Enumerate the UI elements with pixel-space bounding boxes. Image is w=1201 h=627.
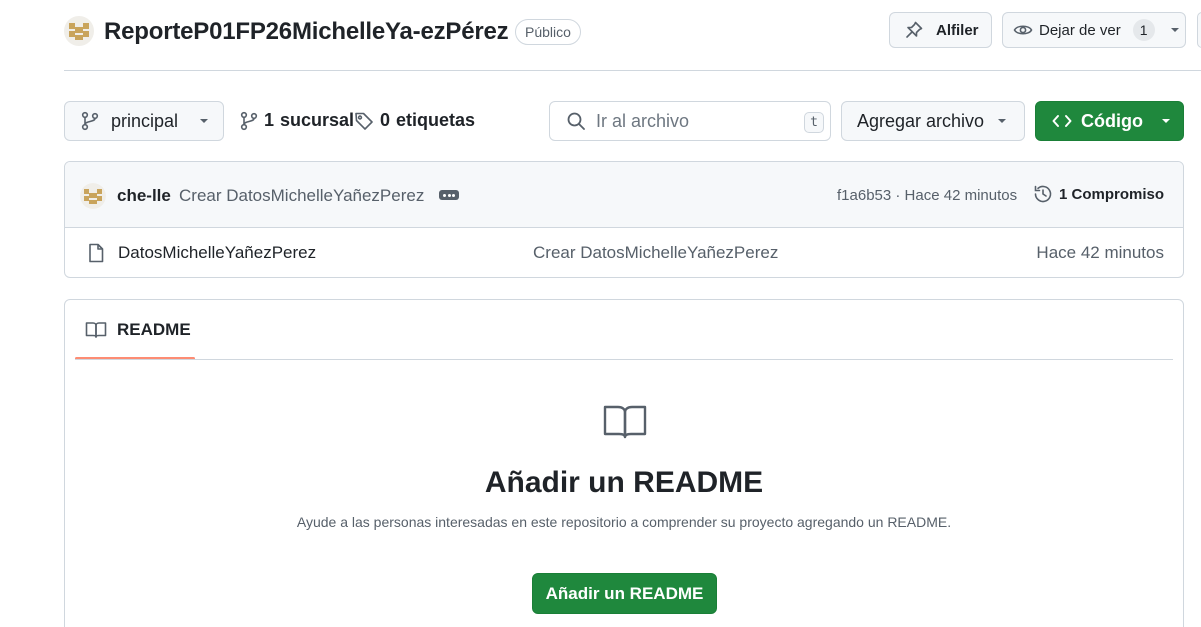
- book-icon: [85, 321, 107, 339]
- commit-message[interactable]: Crear DatosMichelleYañezPerez: [179, 186, 424, 206]
- add-file-button[interactable]: Agregar archivo: [841, 101, 1025, 141]
- readme-description: Ayude a las personas interesadas en este…: [296, 514, 952, 530]
- readme-tab-label: README: [117, 320, 191, 339]
- visibility-badge: Público: [515, 19, 581, 45]
- commits-label: 1 Compromiso: [1059, 185, 1165, 203]
- watch-button[interactable]: Dejar de ver 1: [1002, 12, 1186, 48]
- tags-link[interactable]: 0 etiquetas: [354, 110, 475, 131]
- latest-commit-bar: che-lle Crear DatosMichelleYañezPerez f1…: [65, 162, 1183, 228]
- file-icon: [87, 243, 105, 263]
- commits-history-link[interactable]: 1 Compromiso: [1033, 184, 1164, 204]
- tags-label: etiquetas: [396, 110, 476, 130]
- commit-author[interactable]: che-lle: [117, 186, 171, 206]
- ellipsis-icon[interactable]: [439, 190, 459, 200]
- code-label: Código: [1081, 110, 1143, 131]
- code-button[interactable]: Código: [1035, 101, 1184, 141]
- add-file-label: Agregar archivo: [857, 110, 985, 131]
- readme-panel: README Añadir un README Ayude a las pers…: [64, 299, 1184, 627]
- chevron-down-icon: [198, 115, 210, 127]
- file-commit-message[interactable]: Crear DatosMichelleYañezPerez: [533, 243, 778, 263]
- repo-avatar[interactable]: [64, 16, 94, 46]
- watch-count: 1: [1132, 19, 1155, 41]
- chevron-down-icon: [1160, 115, 1172, 127]
- add-readme-button[interactable]: Añadir un README: [532, 573, 717, 614]
- commit-meta[interactable]: f1a6b53 · Hace 42 minutos: [837, 187, 1017, 204]
- file-row[interactable]: DatosMichelleYañezPerez Crear DatosMiche…: [65, 228, 1183, 277]
- tab-readme[interactable]: README: [75, 300, 195, 360]
- tag-icon: [354, 111, 374, 131]
- tags-count: 0: [380, 110, 391, 130]
- file-name[interactable]: DatosMichelleYañezPerez: [118, 243, 316, 263]
- branch-label: principal: [111, 110, 179, 131]
- file-age: Hace 42 minutos: [1036, 243, 1164, 262]
- branches-link[interactable]: 1 sucursal: [240, 110, 354, 131]
- shortcut-key: t: [804, 112, 824, 133]
- search-placeholder: Ir al archivo: [596, 110, 690, 131]
- go-to-file-input[interactable]: Ir al archivo t: [549, 101, 831, 141]
- code-icon: [1052, 113, 1072, 129]
- readme-heading: Añadir un README: [484, 466, 764, 499]
- pin-label: Alfiler: [936, 21, 979, 39]
- branches-label: sucursal: [280, 110, 355, 130]
- watch-label: Dejar de ver: [1039, 21, 1121, 39]
- history-icon: [1033, 184, 1053, 204]
- pin-button[interactable]: Alfiler: [889, 12, 992, 48]
- chevron-down-icon: [1169, 24, 1181, 36]
- branches-count: 1: [264, 110, 275, 130]
- tab-divider: [75, 359, 1173, 360]
- book-icon: [603, 404, 647, 440]
- eye-icon: [1013, 20, 1033, 40]
- repo-title[interactable]: ReporteP01FP26MichelleYa-ezPérez: [104, 16, 509, 48]
- branch-selector[interactable]: principal: [64, 101, 224, 141]
- author-avatar[interactable]: [80, 183, 106, 209]
- star-button-edge[interactable]: [1197, 12, 1201, 48]
- header-divider: [64, 70, 1201, 71]
- file-browser: che-lle Crear DatosMichelleYañezPerez f1…: [64, 161, 1184, 278]
- pin-icon: [904, 20, 924, 40]
- chevron-down-icon: [996, 115, 1008, 127]
- search-icon: [566, 111, 586, 131]
- branch-icon: [81, 111, 99, 131]
- branch-icon: [240, 111, 258, 131]
- pixel-identicon-icon: [64, 16, 94, 46]
